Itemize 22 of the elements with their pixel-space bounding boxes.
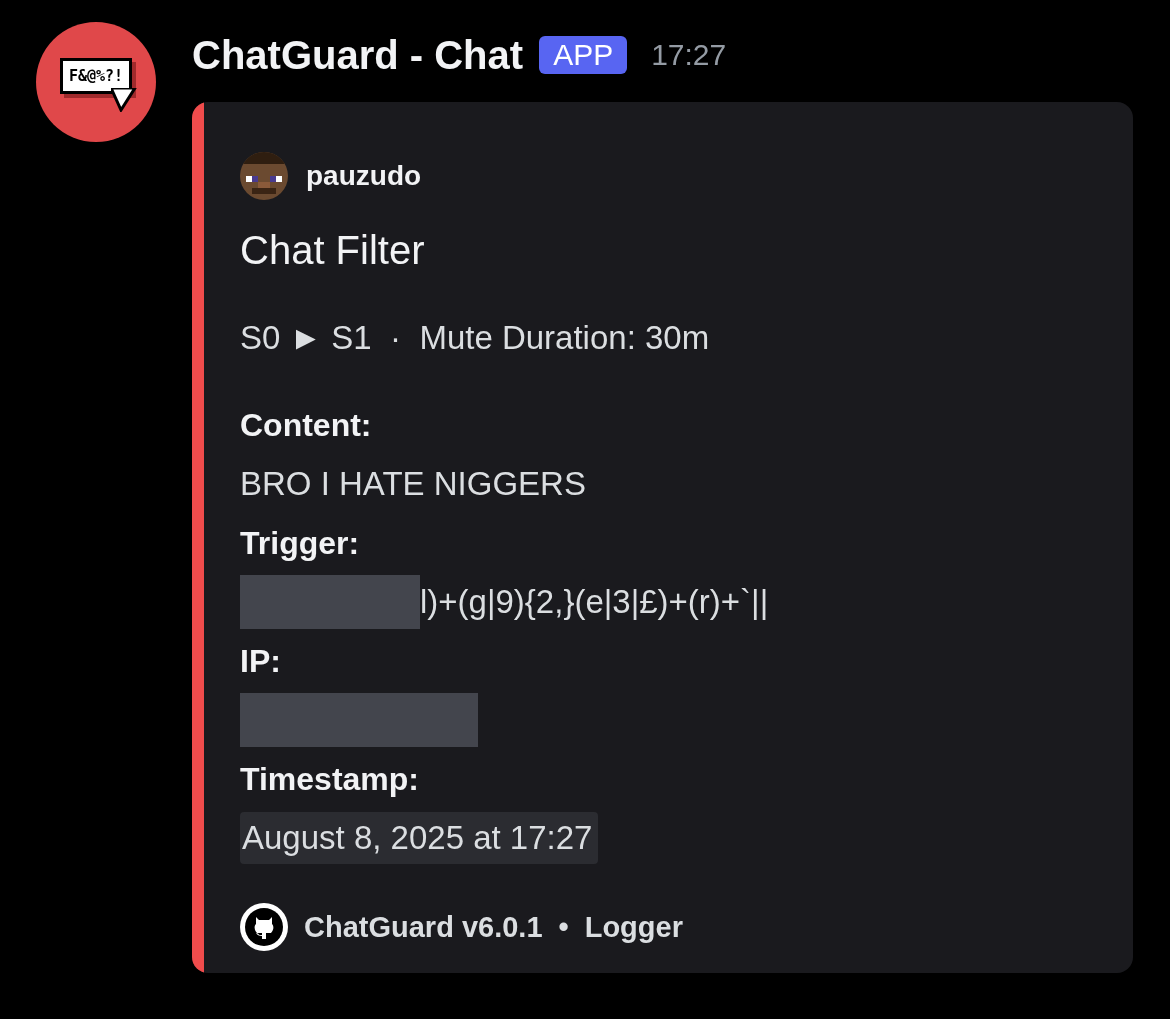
spoiler-block[interactable] — [240, 575, 420, 629]
spoiler-block[interactable] — [240, 693, 478, 747]
author-avatar — [240, 152, 288, 200]
github-icon — [240, 903, 288, 951]
footer-separator: • — [558, 910, 569, 944]
avatar-label: F&@%?! — [68, 67, 124, 85]
field-value: l)+(g|9){2,}(e|3|£)+(r)+`|| — [420, 582, 769, 622]
field-name: Timestamp: — [240, 760, 420, 799]
field-name: IP: — [240, 642, 282, 681]
timestamp: August 8, 2025 at 17:27 — [240, 812, 599, 864]
field-name: Trigger: — [240, 524, 361, 563]
footer-detail: Logger — [584, 910, 683, 944]
message-time: 17:27 — [651, 38, 727, 72]
embed-description: S0 ► S1 · Mute Duration: 30m — [240, 319, 711, 357]
footer-text: ChatGuard v6.0.1 — [304, 910, 543, 944]
field-name: Content: — [240, 406, 373, 445]
embed-author: pauzudo — [306, 160, 422, 192]
embed-title: Chat Filter — [240, 228, 426, 273]
app-badge: APP — [539, 36, 628, 74]
bot-avatar[interactable]: F&@%?! — [36, 22, 156, 142]
field-value: BRO I HATE NIGGERS — [240, 464, 587, 504]
author-name[interactable]: ChatGuard - Chat — [192, 32, 524, 78]
